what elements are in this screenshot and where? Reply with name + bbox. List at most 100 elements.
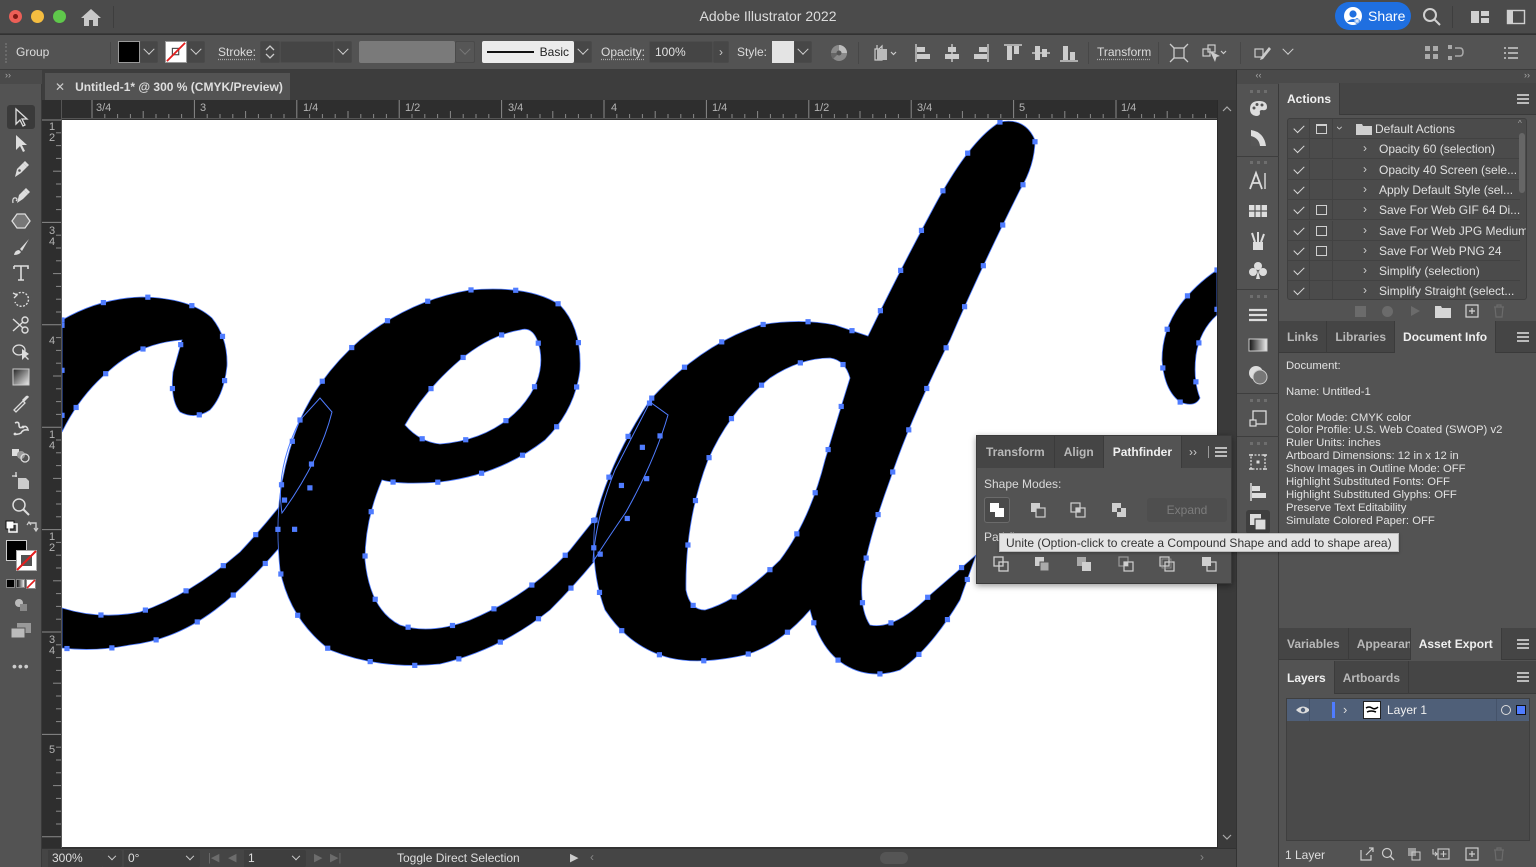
expand-layer-icon[interactable]: › [1343, 702, 1347, 717]
anchor-point[interactable] [568, 585, 574, 591]
anchor-point[interactable] [562, 552, 568, 558]
anchor-point[interactable] [719, 339, 725, 345]
tab-layers[interactable]: Layers [1279, 661, 1335, 694]
anchor-point[interactable] [863, 555, 869, 561]
anchor-point[interactable] [169, 385, 176, 392]
outline-button[interactable] [1154, 551, 1180, 577]
anchor-point[interactable] [98, 612, 104, 618]
anchor-point[interactable] [307, 485, 313, 491]
clipping-mask-icon[interactable] [1407, 847, 1421, 861]
collapse-dock-button[interactable]: ‹‹ [1237, 70, 1280, 84]
anchor-point[interactable] [405, 624, 411, 630]
recolor-artwork-icon[interactable] [829, 43, 849, 63]
minus-back-button[interactable] [1196, 551, 1222, 577]
anchor-point[interactable] [890, 469, 896, 475]
stroke-weight-input[interactable] [280, 41, 334, 63]
stroke-panel-button[interactable] [1246, 303, 1270, 327]
align-vertical-center-icon[interactable] [1031, 43, 1051, 63]
collapse-toolbar-button[interactable]: ›› [0, 70, 42, 84]
stroke-color-box[interactable] [16, 550, 37, 571]
horizontal-scroll-thumb[interactable] [880, 852, 908, 864]
checkmark-icon[interactable] [1292, 223, 1305, 235]
anchor-point[interactable] [278, 571, 284, 577]
anchor-point[interactable] [1000, 222, 1006, 228]
anchor-point[interactable] [349, 344, 355, 351]
anchor-point[interactable] [745, 651, 751, 657]
tab-align[interactable]: Align [1055, 436, 1104, 468]
panel-menu-icon[interactable] [1501, 43, 1521, 63]
anchor-point[interactable] [649, 395, 655, 401]
anchor-point[interactable] [811, 620, 817, 626]
anchor-point[interactable] [961, 304, 968, 310]
variable-width-profile[interactable] [359, 41, 455, 63]
blend-tool[interactable] [7, 443, 35, 467]
anchor-point[interactable] [554, 424, 560, 430]
edit-toolbar-icon[interactable]: ••• [12, 658, 30, 674]
anchor-point[interactable] [859, 600, 866, 606]
anchor-point[interactable] [372, 596, 378, 602]
grip-handle[interactable] [5, 43, 7, 63]
brush-definition[interactable]: Basic [482, 41, 574, 63]
dialog-toggle-icon[interactable] [1315, 225, 1327, 236]
anchor-point[interactable] [840, 361, 846, 368]
actions-scrollbar[interactable]: ^ [1518, 119, 1526, 299]
anchor-point[interactable] [1020, 182, 1026, 188]
anchor-point[interactable] [760, 321, 766, 328]
action-row[interactable]: › Save For Web JPG Medium [1288, 220, 1526, 241]
first-artboard-button[interactable]: |◀ [208, 851, 219, 864]
chevron-right-icon[interactable]: › [1363, 283, 1367, 297]
anchor-point[interactable] [291, 526, 298, 532]
share-button[interactable]: Share [1335, 2, 1411, 30]
anchor-point[interactable] [230, 592, 236, 598]
anchor-point[interactable] [419, 436, 425, 442]
checkmark-icon[interactable] [1292, 142, 1305, 154]
anchor-point[interactable] [145, 294, 151, 300]
stroke-swatch[interactable] [165, 41, 187, 63]
artboards-panel-button[interactable] [1246, 407, 1270, 431]
anchor-point[interactable] [625, 433, 631, 439]
action-row[interactable]: › Simplify Straight (select... [1288, 281, 1520, 299]
anchor-point[interactable] [618, 482, 625, 489]
panel-menu-icon[interactable] [1517, 639, 1529, 649]
anchor-point[interactable] [624, 515, 630, 522]
anchor-point[interactable] [731, 594, 737, 600]
symbols-panel-button[interactable] [1246, 259, 1270, 283]
action-row[interactable]: › Opacity 40 Screen (sele... [1288, 159, 1520, 180]
fill-dropdown[interactable] [140, 41, 158, 63]
next-artboard-button[interactable]: ▶ [314, 851, 322, 864]
anchor-point[interactable] [898, 267, 904, 274]
eyedropper-tool[interactable] [7, 391, 35, 415]
artboard-dropdown[interactable] [286, 850, 306, 867]
anchor-point[interactable] [503, 418, 509, 424]
transparency-panel-button[interactable] [1246, 363, 1270, 387]
transform-link[interactable]: Transform [1097, 45, 1151, 59]
anchor-point[interactable] [849, 328, 855, 334]
anchor-point[interactable] [491, 606, 497, 612]
graphic-style-dropdown[interactable] [794, 41, 812, 63]
anchor-point[interactable] [221, 378, 228, 384]
direct-selection-tool[interactable] [7, 131, 35, 155]
variable-width-dropdown[interactable] [455, 41, 475, 63]
action-row[interactable]: › Save For Web GIF 64 Di... [1288, 200, 1520, 221]
anchor-point[interactable] [958, 564, 965, 571]
align-left-icon[interactable] [914, 43, 934, 63]
anchor-point[interactable] [943, 345, 949, 351]
selection-indicator[interactable] [1516, 705, 1526, 715]
dialog-toggle-icon[interactable] [1315, 245, 1327, 256]
align-right-icon[interactable] [970, 43, 990, 63]
paintbrush-tool[interactable] [7, 235, 35, 259]
scroll-right-icon[interactable]: › [1200, 850, 1204, 864]
anchor-point[interactable] [906, 427, 912, 433]
checkmark-icon[interactable] [1292, 203, 1305, 215]
anchor-point[interactable] [62, 317, 65, 323]
character-panel-button[interactable] [1246, 169, 1270, 193]
anchor-point[interactable] [535, 340, 541, 346]
chevron-right-icon[interactable]: › [1363, 141, 1367, 155]
stroke-label[interactable]: Stroke: [218, 45, 256, 59]
zoom-level-input[interactable]: 300% [48, 850, 102, 867]
chevron-right-icon[interactable]: › [1363, 202, 1367, 216]
trash-icon[interactable] [1492, 304, 1506, 318]
tab-libraries[interactable]: Libraries [1327, 321, 1396, 353]
anchor-point[interactable] [468, 287, 474, 293]
minimize-window-button[interactable] [31, 10, 44, 23]
